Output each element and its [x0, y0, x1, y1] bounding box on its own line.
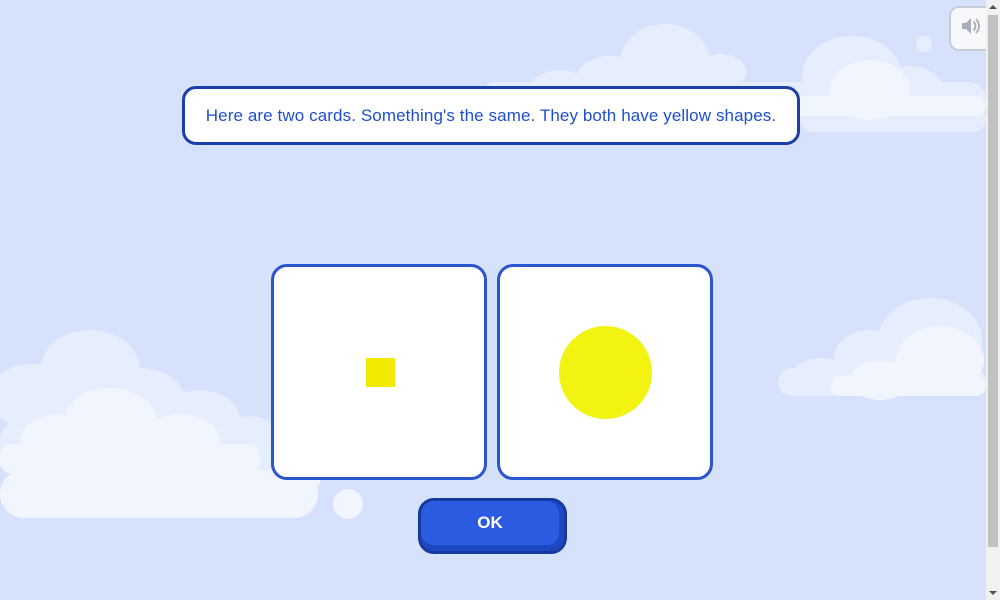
- instruction-text: Here are two cards. Something's the same…: [205, 105, 777, 125]
- scroll-down-arrow-icon[interactable]: [986, 586, 1000, 600]
- speaker-icon: [961, 17, 983, 40]
- yellow-square-shape: [366, 358, 395, 387]
- game-stage: Here are two cards. Something's the same…: [0, 0, 986, 600]
- card-left[interactable]: [271, 264, 487, 480]
- ok-button-label: OK: [421, 501, 559, 545]
- scrollbar-thumb[interactable]: [988, 15, 998, 547]
- instruction-bubble: Here are two cards. Something's the same…: [182, 86, 800, 145]
- yellow-circle-shape: [559, 326, 652, 419]
- sound-button[interactable]: [949, 6, 986, 51]
- vertical-scrollbar[interactable]: [986, 0, 1000, 600]
- scroll-up-arrow-icon[interactable]: [986, 0, 1000, 14]
- card-right[interactable]: [497, 264, 713, 480]
- ok-button[interactable]: OK: [418, 498, 567, 554]
